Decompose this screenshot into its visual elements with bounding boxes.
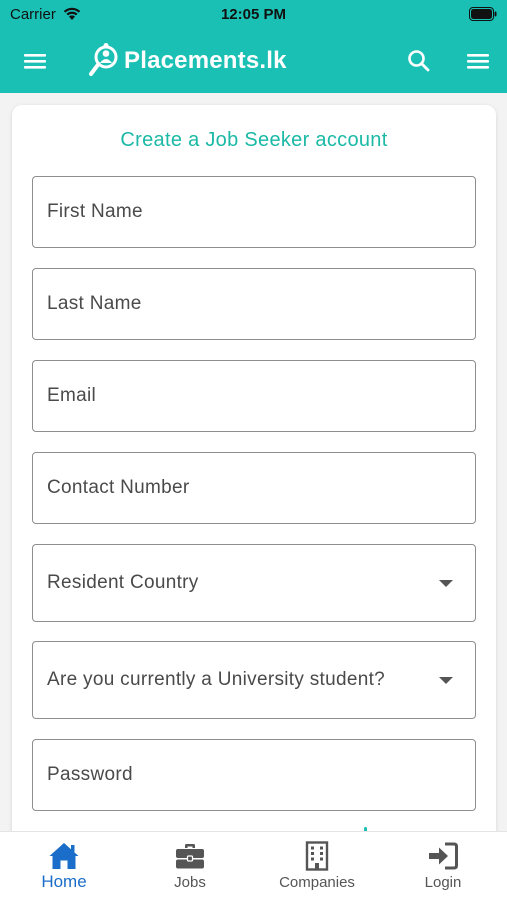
home-icon bbox=[49, 843, 79, 869]
tab-jobs[interactable]: Jobs bbox=[127, 832, 253, 900]
email-field[interactable]: Email bbox=[32, 360, 476, 432]
resident-country-placeholder: Resident Country bbox=[47, 572, 199, 593]
last-name-placeholder: Last Name bbox=[47, 293, 142, 314]
tab-jobs-label: Jobs bbox=[174, 874, 206, 891]
university-student-select[interactable]: Are you currently a University student? bbox=[32, 641, 476, 719]
battery-icon bbox=[469, 7, 497, 21]
last-name-field[interactable]: Last Name bbox=[32, 268, 476, 340]
search-icon bbox=[408, 50, 430, 72]
contact-number-placeholder: Contact Number bbox=[47, 477, 190, 498]
menu-icon bbox=[467, 54, 489, 69]
first-name-field[interactable]: First Name bbox=[32, 176, 476, 248]
resident-country-select[interactable]: Resident Country bbox=[32, 544, 476, 622]
app-logo[interactable]: Placements.lk bbox=[88, 41, 287, 81]
menu-button-right[interactable] bbox=[461, 44, 495, 78]
status-time: 12:05 PM bbox=[220, 6, 287, 23]
building-icon bbox=[305, 841, 329, 871]
password-placeholder: Password bbox=[47, 764, 133, 785]
tab-home[interactable]: Home bbox=[1, 832, 127, 900]
login-icon bbox=[429, 842, 458, 870]
menu-icon bbox=[24, 54, 46, 69]
email-placeholder: Email bbox=[47, 385, 97, 406]
tab-login-label: Login bbox=[424, 874, 462, 891]
search-button[interactable] bbox=[402, 44, 436, 78]
password-field[interactable]: Password bbox=[32, 739, 476, 811]
registration-card: Create a Job Seeker account First Name L… bbox=[12, 105, 496, 845]
tab-companies-label: Companies bbox=[279, 874, 355, 891]
first-name-placeholder: First Name bbox=[47, 201, 143, 222]
bottom-tab-bar: Home Jobs Companies Login bbox=[0, 831, 507, 900]
tab-companies[interactable]: Companies bbox=[254, 832, 380, 900]
menu-button-left[interactable] bbox=[18, 44, 52, 78]
chevron-down-icon bbox=[439, 580, 453, 587]
app-header: Placements.lk bbox=[0, 30, 507, 93]
logo-text: Placements.lk bbox=[124, 47, 287, 74]
briefcase-icon bbox=[176, 844, 204, 869]
status-bar: Carrier 12:05 PM bbox=[0, 0, 507, 30]
logo-person-search-icon bbox=[89, 43, 118, 76]
form-title: Create a Job Seeker account bbox=[120, 129, 388, 151]
contact-number-field[interactable]: Contact Number bbox=[32, 452, 476, 524]
tab-home-label: Home bbox=[41, 872, 87, 891]
tab-login[interactable]: Login bbox=[380, 832, 506, 900]
university-student-placeholder: Are you currently a University student? bbox=[47, 669, 386, 690]
chevron-down-icon bbox=[439, 677, 453, 684]
